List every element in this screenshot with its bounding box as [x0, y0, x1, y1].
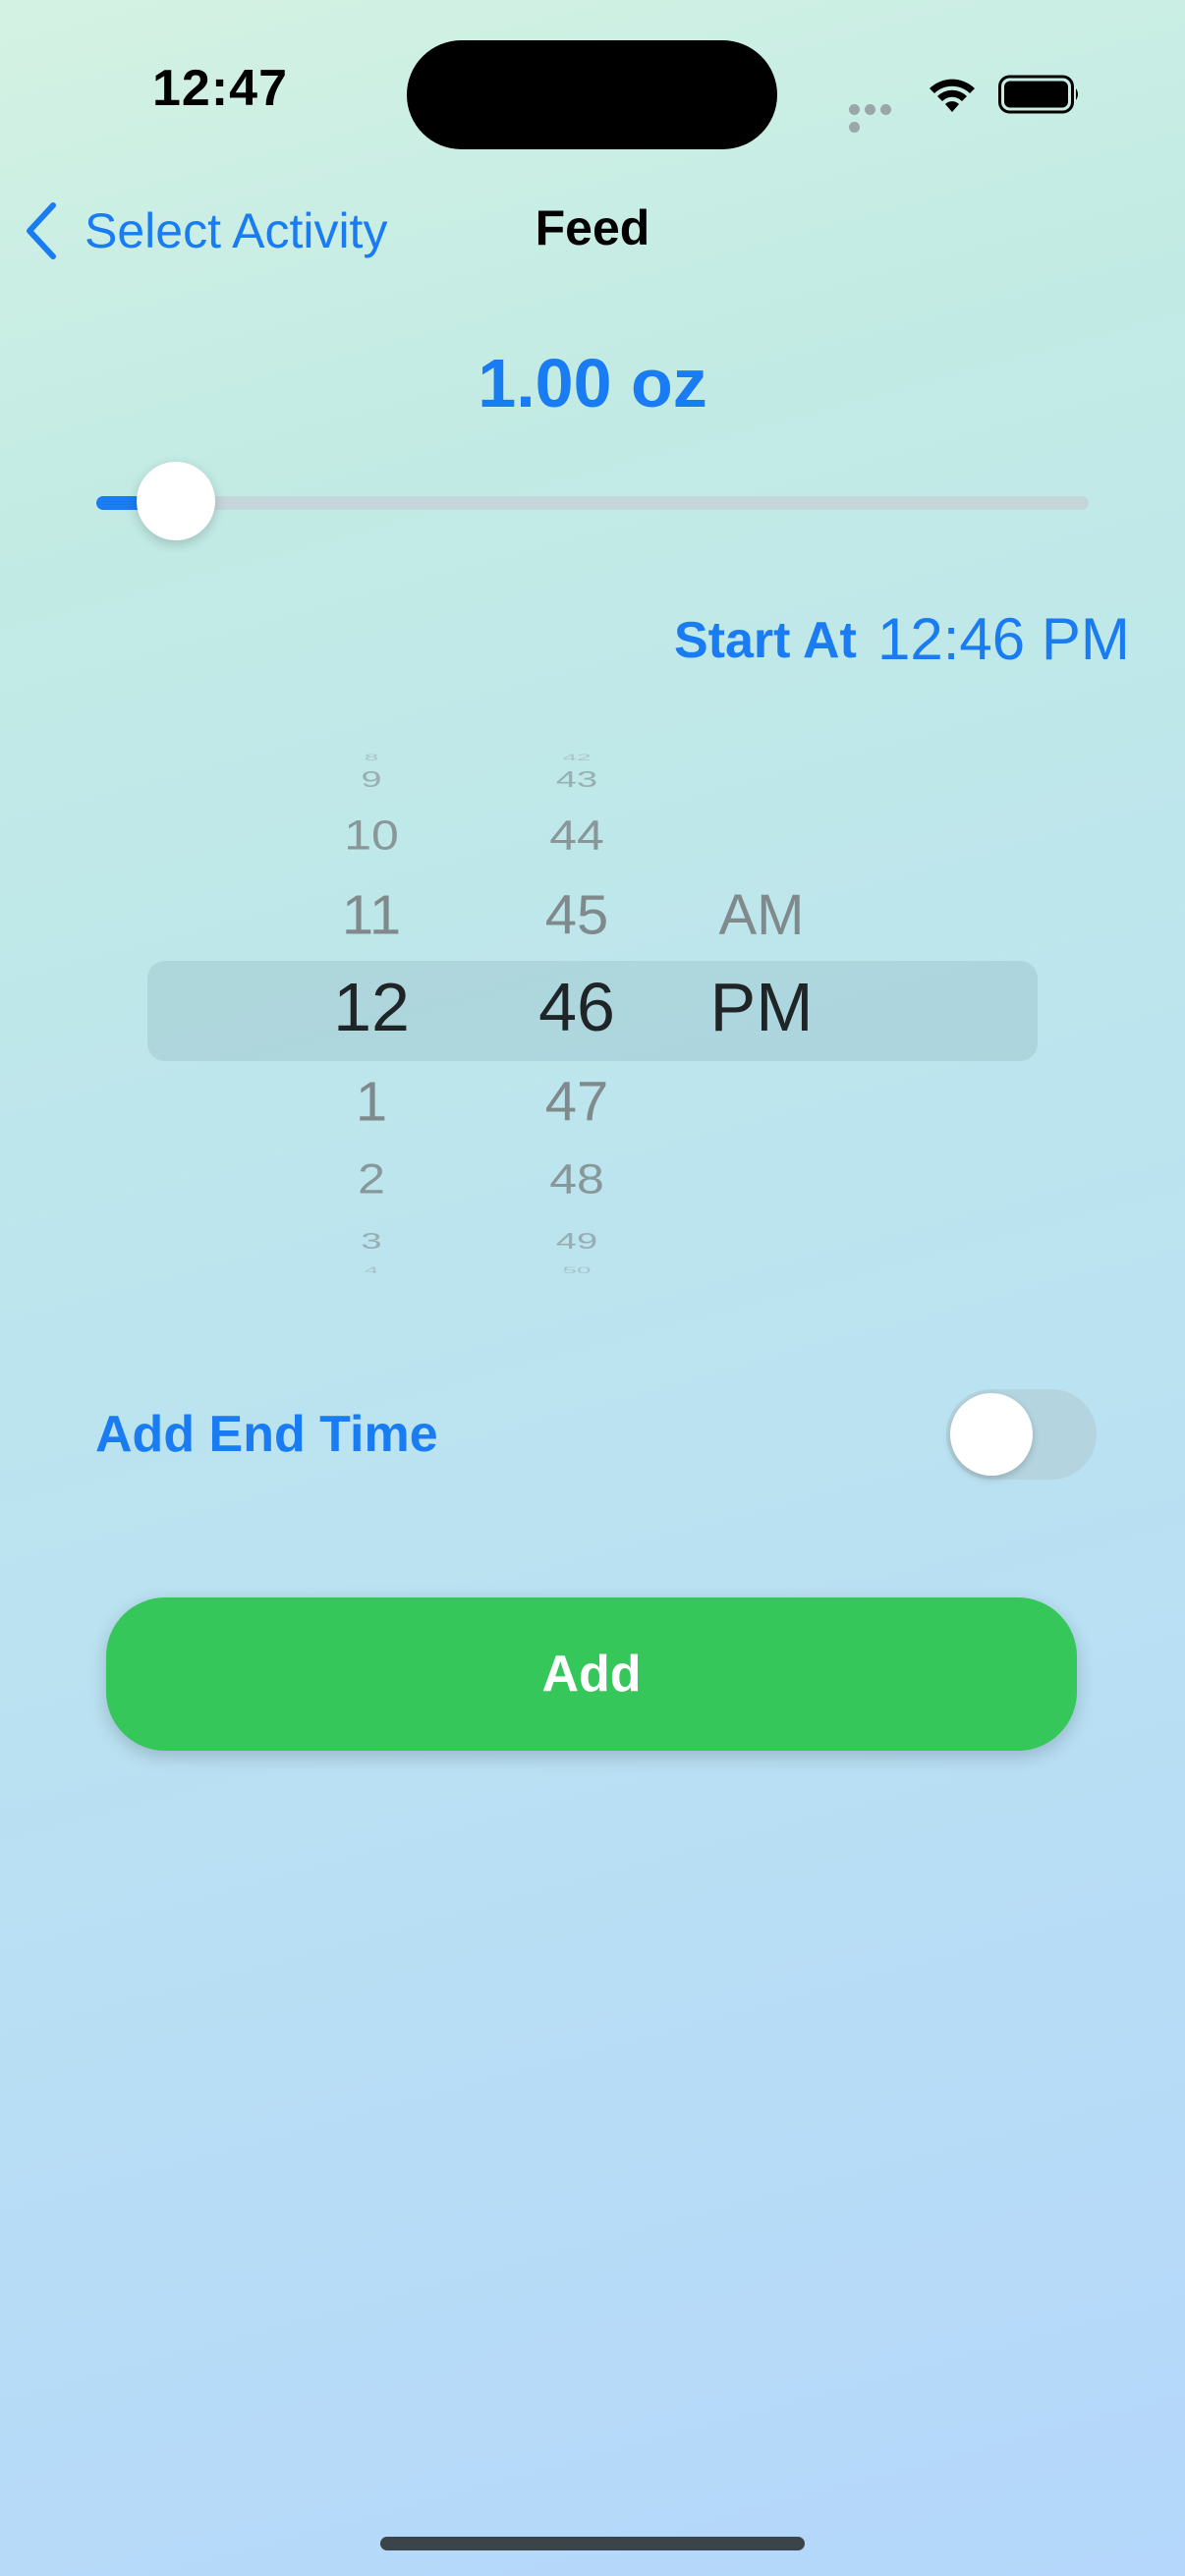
minute-option[interactable]: 49 [508, 1231, 646, 1254]
home-indicator [380, 2537, 805, 2550]
amount-slider-track[interactable] [96, 496, 1089, 510]
hour-option[interactable]: 4 [303, 1265, 440, 1274]
amount-value: 1.00 oz [478, 345, 707, 421]
minute-option[interactable]: 44 [508, 814, 646, 857]
start-at-value[interactable]: 12:46 PM [877, 605, 1130, 673]
minute-option[interactable]: 45 [508, 887, 646, 944]
dynamic-island [407, 40, 777, 149]
add-button-label: Add [541, 1646, 642, 1703]
add-end-time-label: Add End Time [95, 1406, 438, 1463]
hour-option[interactable]: 10 [303, 814, 440, 857]
hour-option[interactable]: 1 [303, 1074, 440, 1131]
minute-option[interactable]: 48 [508, 1158, 646, 1201]
hour-option[interactable]: 8 [303, 753, 440, 761]
end-time-toggle-knob [950, 1393, 1033, 1476]
hour-option[interactable]: 9 [303, 769, 440, 792]
hour-option-selected[interactable]: 12 [303, 973, 440, 1041]
amount-slider-thumb[interactable] [136, 462, 215, 540]
hour-option[interactable]: 11 [303, 887, 440, 944]
signal-dots-icon [849, 102, 908, 133]
period-option[interactable]: AM [693, 887, 830, 944]
start-at-label: Start At [674, 612, 857, 669]
minute-option[interactable]: 50 [508, 1265, 646, 1274]
status-time: 12:47 [152, 60, 288, 117]
wifi-icon [930, 79, 975, 112]
minute-option-selected[interactable]: 46 [508, 973, 646, 1041]
hour-option[interactable]: 3 [303, 1231, 440, 1254]
hour-option[interactable]: 2 [303, 1158, 440, 1201]
period-option-selected[interactable]: PM [693, 973, 830, 1041]
page-title: Feed [535, 200, 650, 255]
minute-option[interactable]: 43 [508, 769, 646, 792]
minute-option[interactable]: 47 [508, 1074, 646, 1131]
minute-option[interactable]: 42 [508, 753, 646, 761]
add-button[interactable]: Add [106, 1597, 1077, 1751]
battery-icon [998, 75, 1078, 114]
